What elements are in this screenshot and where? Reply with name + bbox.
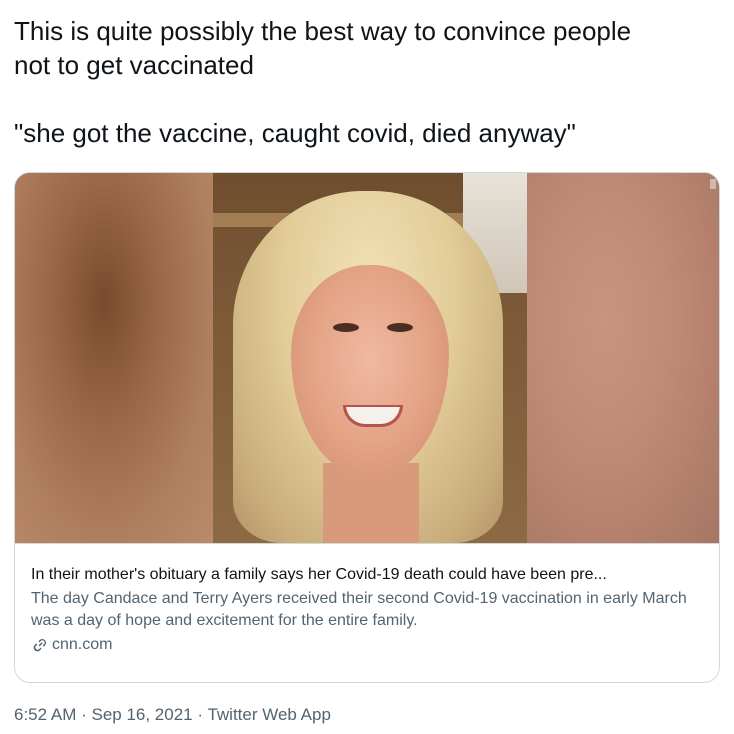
tweet-metadata: 6:52 AM · Sep 16, 2021 · Twitter Web App [14, 704, 331, 726]
card-body[interactable]: In their mother's obituary a family says… [15, 544, 719, 656]
blurred-background-right [527, 173, 719, 543]
card-image[interactable] [15, 173, 719, 543]
link-icon [33, 639, 47, 652]
tweet-text: This is quite possibly the best way to c… [14, 14, 720, 150]
tweet-text-line-1: This is quite possibly the best way to c… [14, 16, 632, 46]
tweet-time: 6:52 AM [14, 705, 77, 724]
card-description: The day Candace and Terry Ayers received… [31, 590, 687, 629]
tweet-source: Twitter Web App [207, 705, 331, 724]
tweet-text-line-2: not to get vaccinated [14, 50, 254, 80]
image-credit-mark [710, 179, 716, 189]
link-preview-card[interactable]: In their mother's obituary a family says… [14, 172, 720, 683]
card-title[interactable]: In their mother's obituary a family says… [31, 564, 703, 586]
tweet-time-link[interactable]: 6:52 AM · Sep 16, 2021 [14, 705, 193, 724]
blurred-background-left [15, 173, 213, 543]
tweet-text-line-3: "she got the vaccine, caught covid, died… [14, 118, 576, 148]
card-domain[interactable]: cnn.com [31, 634, 703, 656]
meta-separator: · [76, 705, 92, 724]
tweet-source-link[interactable]: Twitter Web App [207, 705, 330, 724]
meta-separator: · [192, 705, 208, 724]
tweet: This is quite possibly the best way to c… [0, 0, 734, 734]
portrait-photo [213, 173, 527, 543]
tweet-date: Sep 16, 2021 [91, 705, 193, 724]
card-domain-text: cnn.com [52, 636, 113, 653]
